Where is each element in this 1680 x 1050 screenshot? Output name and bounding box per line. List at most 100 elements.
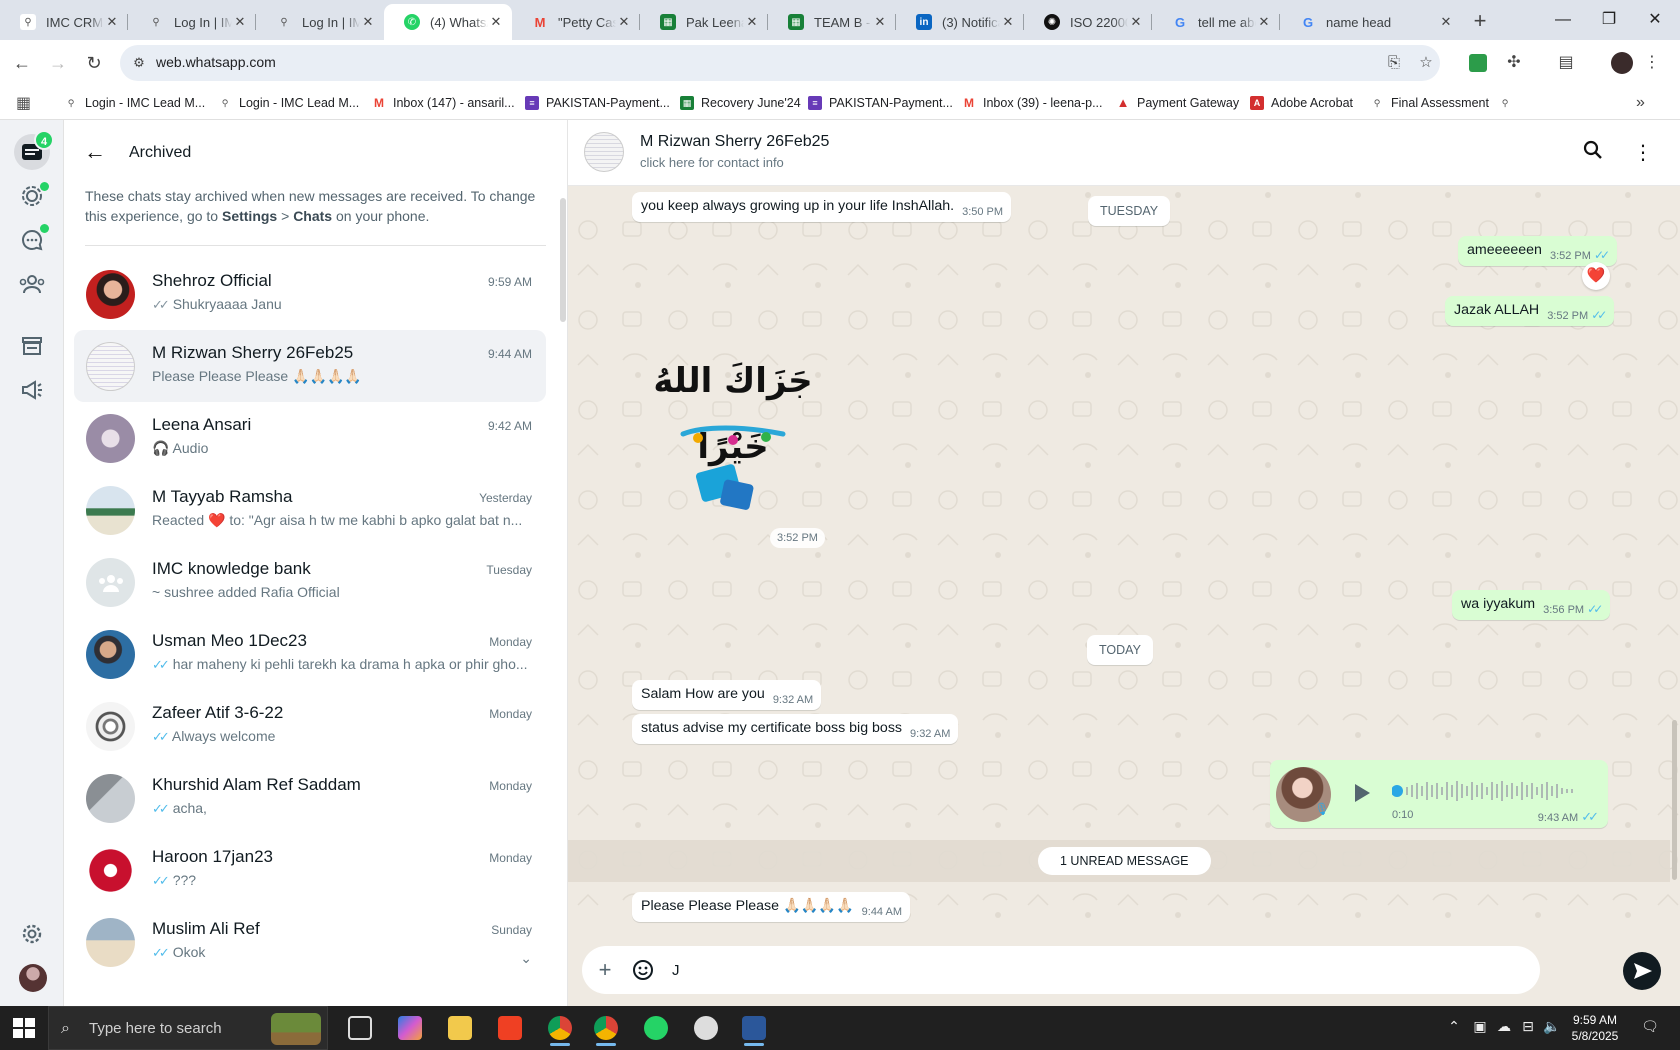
my-profile-avatar[interactable] bbox=[19, 964, 47, 992]
new-tab-button[interactable]: + bbox=[1466, 8, 1494, 36]
incoming-message[interactable]: you keep always growing up in your life … bbox=[632, 192, 1012, 222]
contact-name[interactable]: M Rizwan Sherry 26Feb25 bbox=[640, 133, 829, 151]
message-input[interactable] bbox=[672, 959, 1522, 981]
close-tab-icon[interactable]: ✕ bbox=[744, 14, 760, 30]
heart-reaction[interactable]: ❤️ bbox=[1582, 262, 1610, 290]
chrome-app-2[interactable] bbox=[586, 1012, 626, 1046]
tab-pak-leena[interactable]: ▦ Pak Leena P✕ bbox=[640, 4, 768, 40]
contact-avatar[interactable] bbox=[584, 132, 624, 172]
tab-google-1[interactable]: Gtell me abo ✕ bbox=[1152, 4, 1280, 40]
chat-list-item[interactable]: M Tayyab Ramsha Yesterday Reacted ❤️ to:… bbox=[74, 474, 546, 546]
chat-list-item[interactable]: Haroon 17jan23 Monday ✓✓ ??? bbox=[74, 834, 546, 906]
attach-plus-icon[interactable]: + bbox=[592, 957, 618, 983]
chat-list-item[interactable]: IMC knowledge bank Tuesday ~ sushree add… bbox=[74, 546, 546, 618]
settings-rail-button[interactable] bbox=[14, 916, 50, 952]
sticker-message[interactable]: جَزَاكَ اللهُ خَيْرًا 3:52 PM bbox=[638, 342, 828, 548]
chat-list-scrollbar[interactable] bbox=[560, 198, 566, 322]
close-tab-icon[interactable]: ✕ bbox=[1128, 14, 1144, 30]
tab-team-b[interactable]: ▦ TEAM B - G✕ bbox=[768, 4, 896, 40]
chat-options-chevron-icon[interactable]: ⌄ bbox=[520, 950, 532, 967]
bookmark-item[interactable]: ⚲ Final Assessment bbox=[1370, 92, 1489, 114]
file-explorer-app[interactable] bbox=[440, 1012, 480, 1046]
install-app-icon[interactable]: ⎘ bbox=[1384, 53, 1404, 73]
close-tab-icon[interactable]: ✕ bbox=[232, 14, 248, 30]
close-window-button[interactable]: ✕ bbox=[1632, 0, 1678, 40]
bookmark-item[interactable]: M Inbox (39) - leena-p... bbox=[962, 92, 1103, 114]
bookmark-item[interactable]: ≡ PAKISTAN-Payment... bbox=[525, 92, 670, 114]
word-app[interactable] bbox=[734, 1012, 774, 1046]
back-arrow-icon[interactable]: ← bbox=[84, 138, 112, 166]
clock-app[interactable] bbox=[686, 1012, 726, 1046]
more-bookmarks-icon[interactable]: » bbox=[1636, 92, 1645, 114]
url-text[interactable]: web.whatsapp.com bbox=[156, 54, 276, 70]
reading-mode-icon[interactable]: ▤ bbox=[1554, 51, 1578, 75]
meet-now-icon[interactable]: ▣ bbox=[1470, 1018, 1490, 1035]
bookmark-item[interactable]: ≡ PAKISTAN-Payment... bbox=[808, 92, 953, 114]
network-icon[interactable]: ⊟ bbox=[1518, 1018, 1538, 1035]
apps-grid-icon[interactable]: ▦ bbox=[16, 92, 31, 114]
anydesk-app[interactable] bbox=[490, 1012, 530, 1046]
chat-list-item-selected[interactable]: M Rizwan Sherry 26Feb25 9:44 AM Please P… bbox=[74, 330, 546, 402]
copilot-app[interactable] bbox=[390, 1012, 430, 1046]
bookmark-item[interactable]: ▲ Payment Gateway bbox=[1116, 92, 1240, 114]
search-messages-icon[interactable] bbox=[1580, 140, 1606, 166]
close-tab-icon[interactable]: ✕ bbox=[1438, 14, 1454, 30]
communities-rail-button[interactable] bbox=[14, 266, 50, 302]
site-info-icon[interactable]: ⚙ bbox=[130, 54, 148, 72]
tab-iso-22000[interactable]: ✺ ISO 22000 ✕ bbox=[1024, 4, 1152, 40]
tab-linkedin[interactable]: in (3) Notificat✕ bbox=[896, 4, 1024, 40]
contact-info-hint[interactable]: click here for contact info bbox=[640, 155, 784, 170]
chat-list-item[interactable]: Muslim Ali Ref Sunday ✓✓ Okok ⌄ bbox=[74, 906, 546, 978]
address-bar[interactable]: ⚙ web.whatsapp.com ⎘ ☆ bbox=[120, 45, 1440, 81]
close-tab-icon[interactable]: ✕ bbox=[360, 14, 376, 30]
bookmark-item[interactable]: ⚲ Login - IMC Lead M... bbox=[218, 92, 360, 114]
chat-list-item[interactable]: Leena Ansari 9:42 AM 🎧 Audio bbox=[74, 402, 546, 474]
tab-whatsapp[interactable]: ✆ (4) WhatsApp✕ bbox=[384, 4, 512, 40]
outgoing-message[interactable]: Jazak ALLAH 3:52 PM ✓✓ bbox=[1445, 296, 1615, 326]
close-tab-icon[interactable]: ✕ bbox=[1000, 14, 1016, 30]
restore-button[interactable]: ❐ bbox=[1586, 0, 1632, 40]
bookmark-item[interactable]: ⚲ bbox=[1498, 92, 1519, 114]
chat-list-item[interactable]: Usman Meo 1Dec23 Monday ✓✓ har maheny ki… bbox=[74, 618, 546, 690]
tab-petty-cash[interactable]: M "Petty Cash✕ bbox=[512, 4, 640, 40]
task-view-button[interactable] bbox=[340, 1012, 380, 1046]
close-tab-icon[interactable]: ✕ bbox=[104, 14, 120, 30]
onedrive-icon[interactable]: ☁ bbox=[1494, 1018, 1514, 1035]
reload-button[interactable]: ↻ bbox=[80, 49, 108, 77]
incoming-message[interactable]: Please Please Please 🙏🏻🙏🏻🙏🏻🙏🏻 9:44 AM bbox=[632, 892, 910, 922]
taskbar-clock[interactable]: 9:59 AM 5/8/2025 bbox=[1560, 1012, 1630, 1044]
taskbar-search-box[interactable]: ⌕ Type here to search bbox=[48, 1006, 328, 1050]
emoji-sticker-icon[interactable] bbox=[630, 957, 656, 983]
bookmark-item[interactable]: M Inbox (147) - ansaril... bbox=[372, 92, 515, 114]
incoming-message[interactable]: Salam How are you 9:32 AM bbox=[632, 680, 822, 710]
chat-list-item[interactable]: Shehroz Official 9:59 AM ✓✓ Shukryaaaa J… bbox=[74, 258, 546, 330]
forward-button[interactable]: → bbox=[44, 49, 72, 77]
outgoing-message[interactable]: wa iyyakum 3:56 PM ✓✓ bbox=[1452, 590, 1611, 620]
windows-start-icon[interactable] bbox=[10, 1014, 38, 1042]
audio-waveform[interactable] bbox=[1392, 776, 1592, 806]
bookmark-item[interactable]: A Adobe Acrobat bbox=[1250, 92, 1353, 114]
extension-green-icon[interactable] bbox=[1466, 51, 1490, 75]
bookmark-item[interactable]: ▦ Recovery June'24 bbox=[680, 92, 801, 114]
incoming-message[interactable]: status advise my certificate boss big bo… bbox=[632, 714, 959, 744]
conversation-header[interactable]: M Rizwan Sherry 26Feb25 click here for c… bbox=[568, 120, 1680, 186]
tab-login-imc[interactable]: ⚲ Log In | IMC✕ bbox=[128, 4, 256, 40]
browser-menu-icon[interactable]: ⋮ bbox=[1640, 51, 1664, 75]
tab-login-imc-2[interactable]: ⚲ Log In | IMC✕ bbox=[256, 4, 384, 40]
bookmark-star-icon[interactable]: ☆ bbox=[1416, 53, 1436, 73]
chat-list-item[interactable]: Khurshid Alam Ref Saddam Monday ✓✓ acha, bbox=[74, 762, 546, 834]
play-icon[interactable] bbox=[1348, 780, 1374, 806]
voice-message[interactable]: 🎙 0:10 9:43 AM ✓✓ bbox=[1270, 760, 1608, 828]
minimize-button[interactable]: — bbox=[1540, 0, 1586, 40]
chat-list-item[interactable]: Zafeer Atif 3-6-22 Monday ✓✓ Always welc… bbox=[74, 690, 546, 762]
tab-google-2[interactable]: Gname head ✕ bbox=[1280, 4, 1462, 40]
extensions-puzzle-icon[interactable]: ✣ bbox=[1502, 51, 1526, 75]
bookmark-item[interactable]: ⚲ Login - IMC Lead M... bbox=[64, 92, 206, 114]
advertise-rail-button[interactable] bbox=[14, 372, 50, 408]
conversation-menu-icon[interactable]: ⋮ bbox=[1630, 140, 1656, 166]
close-tab-icon[interactable]: ✕ bbox=[1256, 14, 1272, 30]
conversation-scrollbar[interactable] bbox=[1672, 720, 1677, 880]
close-tab-icon[interactable]: ✕ bbox=[488, 14, 504, 30]
volume-muted-icon[interactable]: 🔈 bbox=[1542, 1018, 1562, 1035]
chrome-app[interactable] bbox=[540, 1012, 580, 1046]
